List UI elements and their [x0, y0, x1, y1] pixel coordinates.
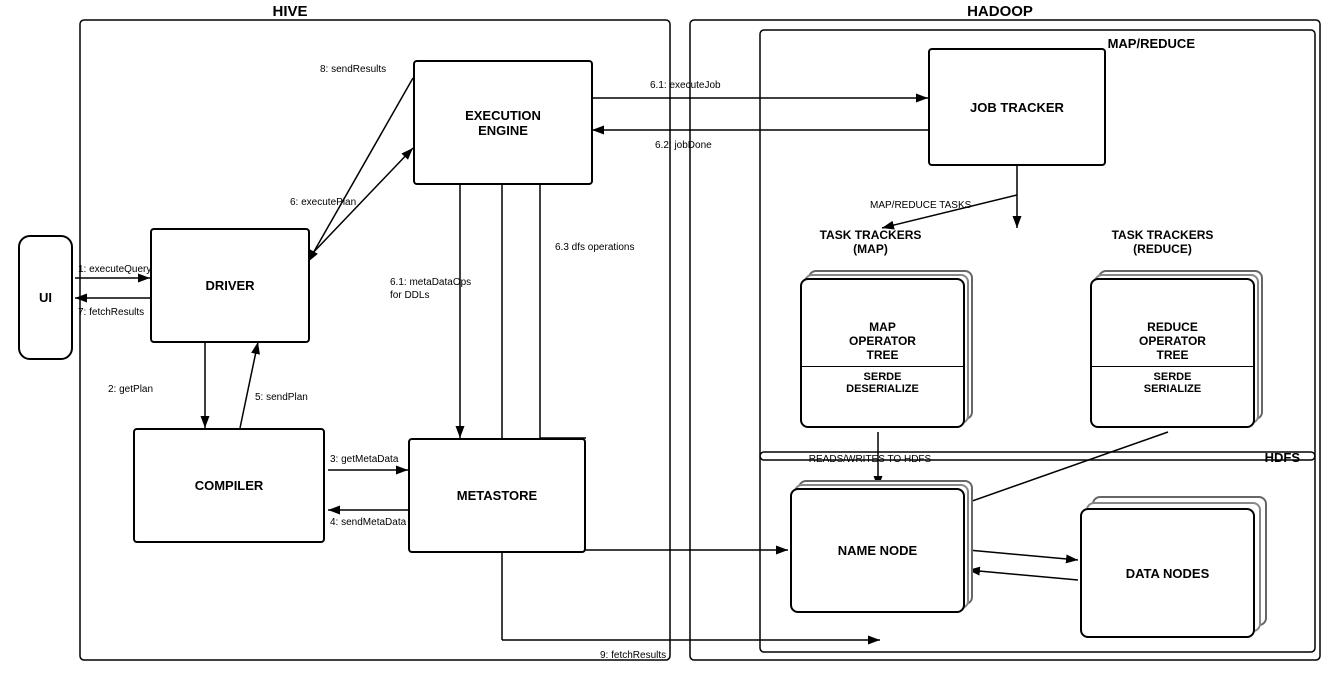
compiler-box: COMPILER	[133, 428, 325, 543]
metastore-box: METASTORE	[408, 438, 586, 553]
label-sendresults: 8: sendResults	[320, 64, 386, 75]
job-tracker-label: JOB TRACKER	[970, 100, 1064, 115]
driver-box: DRIVER	[150, 228, 310, 343]
label-executejob: 6.1: executeJob	[650, 80, 721, 91]
label-fetchresults-ui: 7: fetchResults	[78, 307, 144, 318]
label-sendmetadata: 4: sendMetaData	[330, 517, 407, 528]
reduce-serde-label: SERDESERIALIZE	[1092, 366, 1253, 395]
execution-engine-box: EXECUTIONENGINE	[413, 60, 593, 185]
job-tracker-box: JOB TRACKER	[928, 48, 1106, 166]
map-serde-label: SERDEDESERIALIZE	[802, 366, 963, 395]
label-getmetadata: 3: getMetaData	[330, 454, 399, 465]
data-nodes-label: DATA NODES	[1126, 566, 1210, 581]
label-executeplan: 6: executePlan	[290, 197, 356, 208]
label-metadataops2: for DDLs	[390, 290, 429, 301]
ui-label: UI	[39, 290, 52, 305]
data-nodes-box: DATA NODES	[1080, 508, 1255, 638]
label-dfsops: 6.3 dfs operations	[555, 242, 635, 253]
data-nodes-stack: DATA NODES	[1080, 508, 1255, 638]
name-node-stack: NAME NODE	[790, 488, 965, 613]
label-fetchresults-bottom: 9: fetchResults	[600, 650, 666, 661]
metastore-label: METASTORE	[457, 488, 537, 503]
name-node-label: NAME NODE	[838, 543, 917, 558]
hive-label: HIVE	[272, 3, 307, 20]
label-executequery: 1: executeQuery	[78, 264, 151, 275]
compiler-label: COMPILER	[195, 478, 264, 493]
label-sendplan: 5: sendPlan	[255, 392, 308, 403]
label-reads-writes: READS/WRITES TO HDFS	[809, 454, 932, 465]
hadoop-label: HADOOP	[967, 3, 1033, 20]
mapreduce-label: MAP/REDUCE	[1108, 36, 1196, 51]
execution-engine-label: EXECUTIONENGINE	[465, 108, 541, 138]
hdfs-label: HDFS	[1265, 450, 1301, 465]
task-trackers-reduce-label: TASK TRACKERS(REDUCE)	[1070, 228, 1255, 256]
task-trackers-map-label: TASK TRACKERS(MAP)	[778, 228, 963, 256]
map-op-tree-stack: MAPOPERATORTREE SERDEDESERIALIZE	[800, 278, 965, 428]
reduce-op-tree-label: REDUCEOPERATORTREE	[1092, 312, 1253, 366]
label-mapreduce-tasks: MAP/REDUCE TASKS	[870, 200, 972, 211]
label-metadataops: 6.1: metaDataOps	[390, 277, 471, 288]
label-jobdone: 6.2: jobDone	[655, 140, 712, 151]
driver-label: DRIVER	[205, 278, 254, 293]
reduce-op-tree-stack: REDUCEOPERATORTREE SERDESERIALIZE	[1090, 278, 1255, 428]
name-node-box: NAME NODE	[790, 488, 965, 613]
label-getplan: 2: getPlan	[108, 384, 153, 395]
ui-box: UI	[18, 235, 73, 360]
map-op-tree-label: MAPOPERATORTREE	[802, 312, 963, 366]
